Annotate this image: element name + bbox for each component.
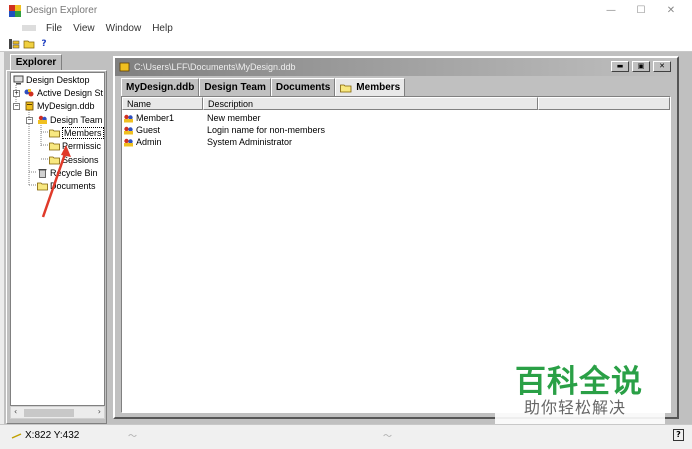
- member-name: Member1: [136, 113, 175, 123]
- status-help-icon[interactable]: ?: [673, 429, 684, 441]
- collapse-design-team-icon[interactable]: −: [26, 117, 33, 124]
- scroll-left-icon[interactable]: ‹: [14, 407, 17, 416]
- column-name[interactable]: Name: [122, 97, 203, 110]
- member-description: System Administrator: [207, 137, 293, 147]
- tab-explorer[interactable]: Explorer: [10, 54, 62, 70]
- document-titlebar[interactable]: C:\Users\LFF\Documents\MyDesign.ddb ▬ ▣ …: [115, 58, 677, 76]
- document-icon: [119, 62, 130, 72]
- member-name: Guest: [136, 125, 161, 135]
- menu-window[interactable]: Window: [106, 23, 142, 34]
- document-path: C:\Users\LFF\Documents\MyDesign.ddb: [134, 62, 296, 72]
- collapse-mydesign-icon[interactable]: −: [13, 103, 20, 110]
- desktop-icon: [13, 75, 24, 84]
- open-tree-icon[interactable]: [8, 38, 20, 50]
- tree-item-mydesign[interactable]: MyDesign.ddb: [24, 99, 95, 112]
- doc-close-button[interactable]: ✕: [653, 61, 671, 72]
- database-icon: [25, 101, 34, 110]
- cursor-coordinates: X:822 Y:432: [11, 430, 79, 441]
- tree-item-label: Design Desktop: [26, 74, 90, 85]
- status-separator-icon: 〜: [383, 432, 393, 442]
- member-icon: [124, 126, 133, 134]
- tree-item-active-design[interactable]: Active Design St: [24, 86, 103, 99]
- table-row[interactable]: Admin System Administrator: [123, 136, 292, 148]
- doc-minimize-button[interactable]: ▬: [611, 61, 629, 72]
- tree-item-label: MyDesign.ddb: [37, 100, 95, 111]
- network-icon: [24, 88, 34, 96]
- menu-help[interactable]: Help: [152, 23, 173, 34]
- help-icon[interactable]: ?: [38, 38, 50, 50]
- column-description[interactable]: Description: [203, 97, 538, 110]
- table-row[interactable]: Member1 New member: [123, 112, 261, 124]
- document-menu-icon[interactable]: [22, 25, 36, 31]
- tab-members[interactable]: Members: [335, 78, 406, 96]
- scroll-right-icon[interactable]: ›: [98, 407, 101, 416]
- tree-item-label: Design Team: [50, 114, 103, 125]
- member-icon: [124, 114, 133, 122]
- tab-members-label: Members: [356, 82, 401, 93]
- member-description: New member: [207, 113, 261, 123]
- dock-edge: [0, 52, 4, 424]
- list-header: Name Description: [122, 97, 670, 110]
- column-filler: [538, 97, 670, 110]
- app-icon: [9, 4, 21, 17]
- minimize-button[interactable]: —: [596, 0, 626, 21]
- tree-item-label: Active Design St: [37, 87, 104, 98]
- watermark: 百科全说 助你轻松解决: [495, 352, 665, 424]
- cursor-icon: [11, 432, 22, 439]
- tree-view[interactable]: Design Desktop + Active Design St − MyDe…: [10, 72, 105, 406]
- title-bar: Design Explorer — ☐ ✕: [0, 0, 692, 21]
- tab-documents[interactable]: Documents: [270, 78, 336, 96]
- doc-restore-button[interactable]: ▣: [632, 61, 650, 72]
- tree-item-design-team[interactable]: Design Team: [37, 113, 102, 126]
- table-row[interactable]: Guest Login name for non-members: [123, 124, 325, 136]
- open-folder-icon[interactable]: [23, 38, 35, 50]
- menu-view[interactable]: View: [73, 23, 95, 34]
- tab-design-team[interactable]: Design Team: [199, 78, 271, 96]
- maximize-button[interactable]: ☐: [626, 0, 656, 21]
- toolbar: ?: [0, 36, 692, 52]
- close-button[interactable]: ✕: [656, 0, 686, 21]
- scroll-thumb[interactable]: [24, 409, 74, 417]
- annotation-arrow: [41, 145, 71, 218]
- member-description: Login name for non-members: [207, 125, 326, 135]
- status-bar: X:822 Y:432 〜 〜 ?: [0, 424, 692, 449]
- menu-file[interactable]: File: [46, 23, 62, 34]
- status-separator-icon: 〜: [128, 432, 138, 442]
- member-name: Admin: [136, 137, 162, 147]
- member-icon: [124, 138, 133, 146]
- coords-text: X:822 Y:432: [25, 430, 80, 441]
- folder-icon: [340, 84, 352, 92]
- explorer-panel: Explorer Design Desktop + Active Design …: [6, 54, 107, 426]
- menu-bar: File View Window Help: [0, 21, 692, 35]
- watermark-subtitle: 助你轻松解决: [524, 398, 627, 417]
- tab-mydesign[interactable]: MyDesign.ddb: [121, 78, 200, 96]
- document-tabs: MyDesign.ddb Design Team Documents Membe…: [121, 78, 406, 96]
- team-icon: [38, 115, 47, 124]
- tree-horizontal-scrollbar[interactable]: ‹ ›: [10, 406, 105, 419]
- tree-item-design-desktop[interactable]: Design Desktop: [13, 73, 90, 86]
- window-title: Design Explorer: [26, 5, 98, 16]
- expand-active-design-icon[interactable]: +: [13, 90, 20, 97]
